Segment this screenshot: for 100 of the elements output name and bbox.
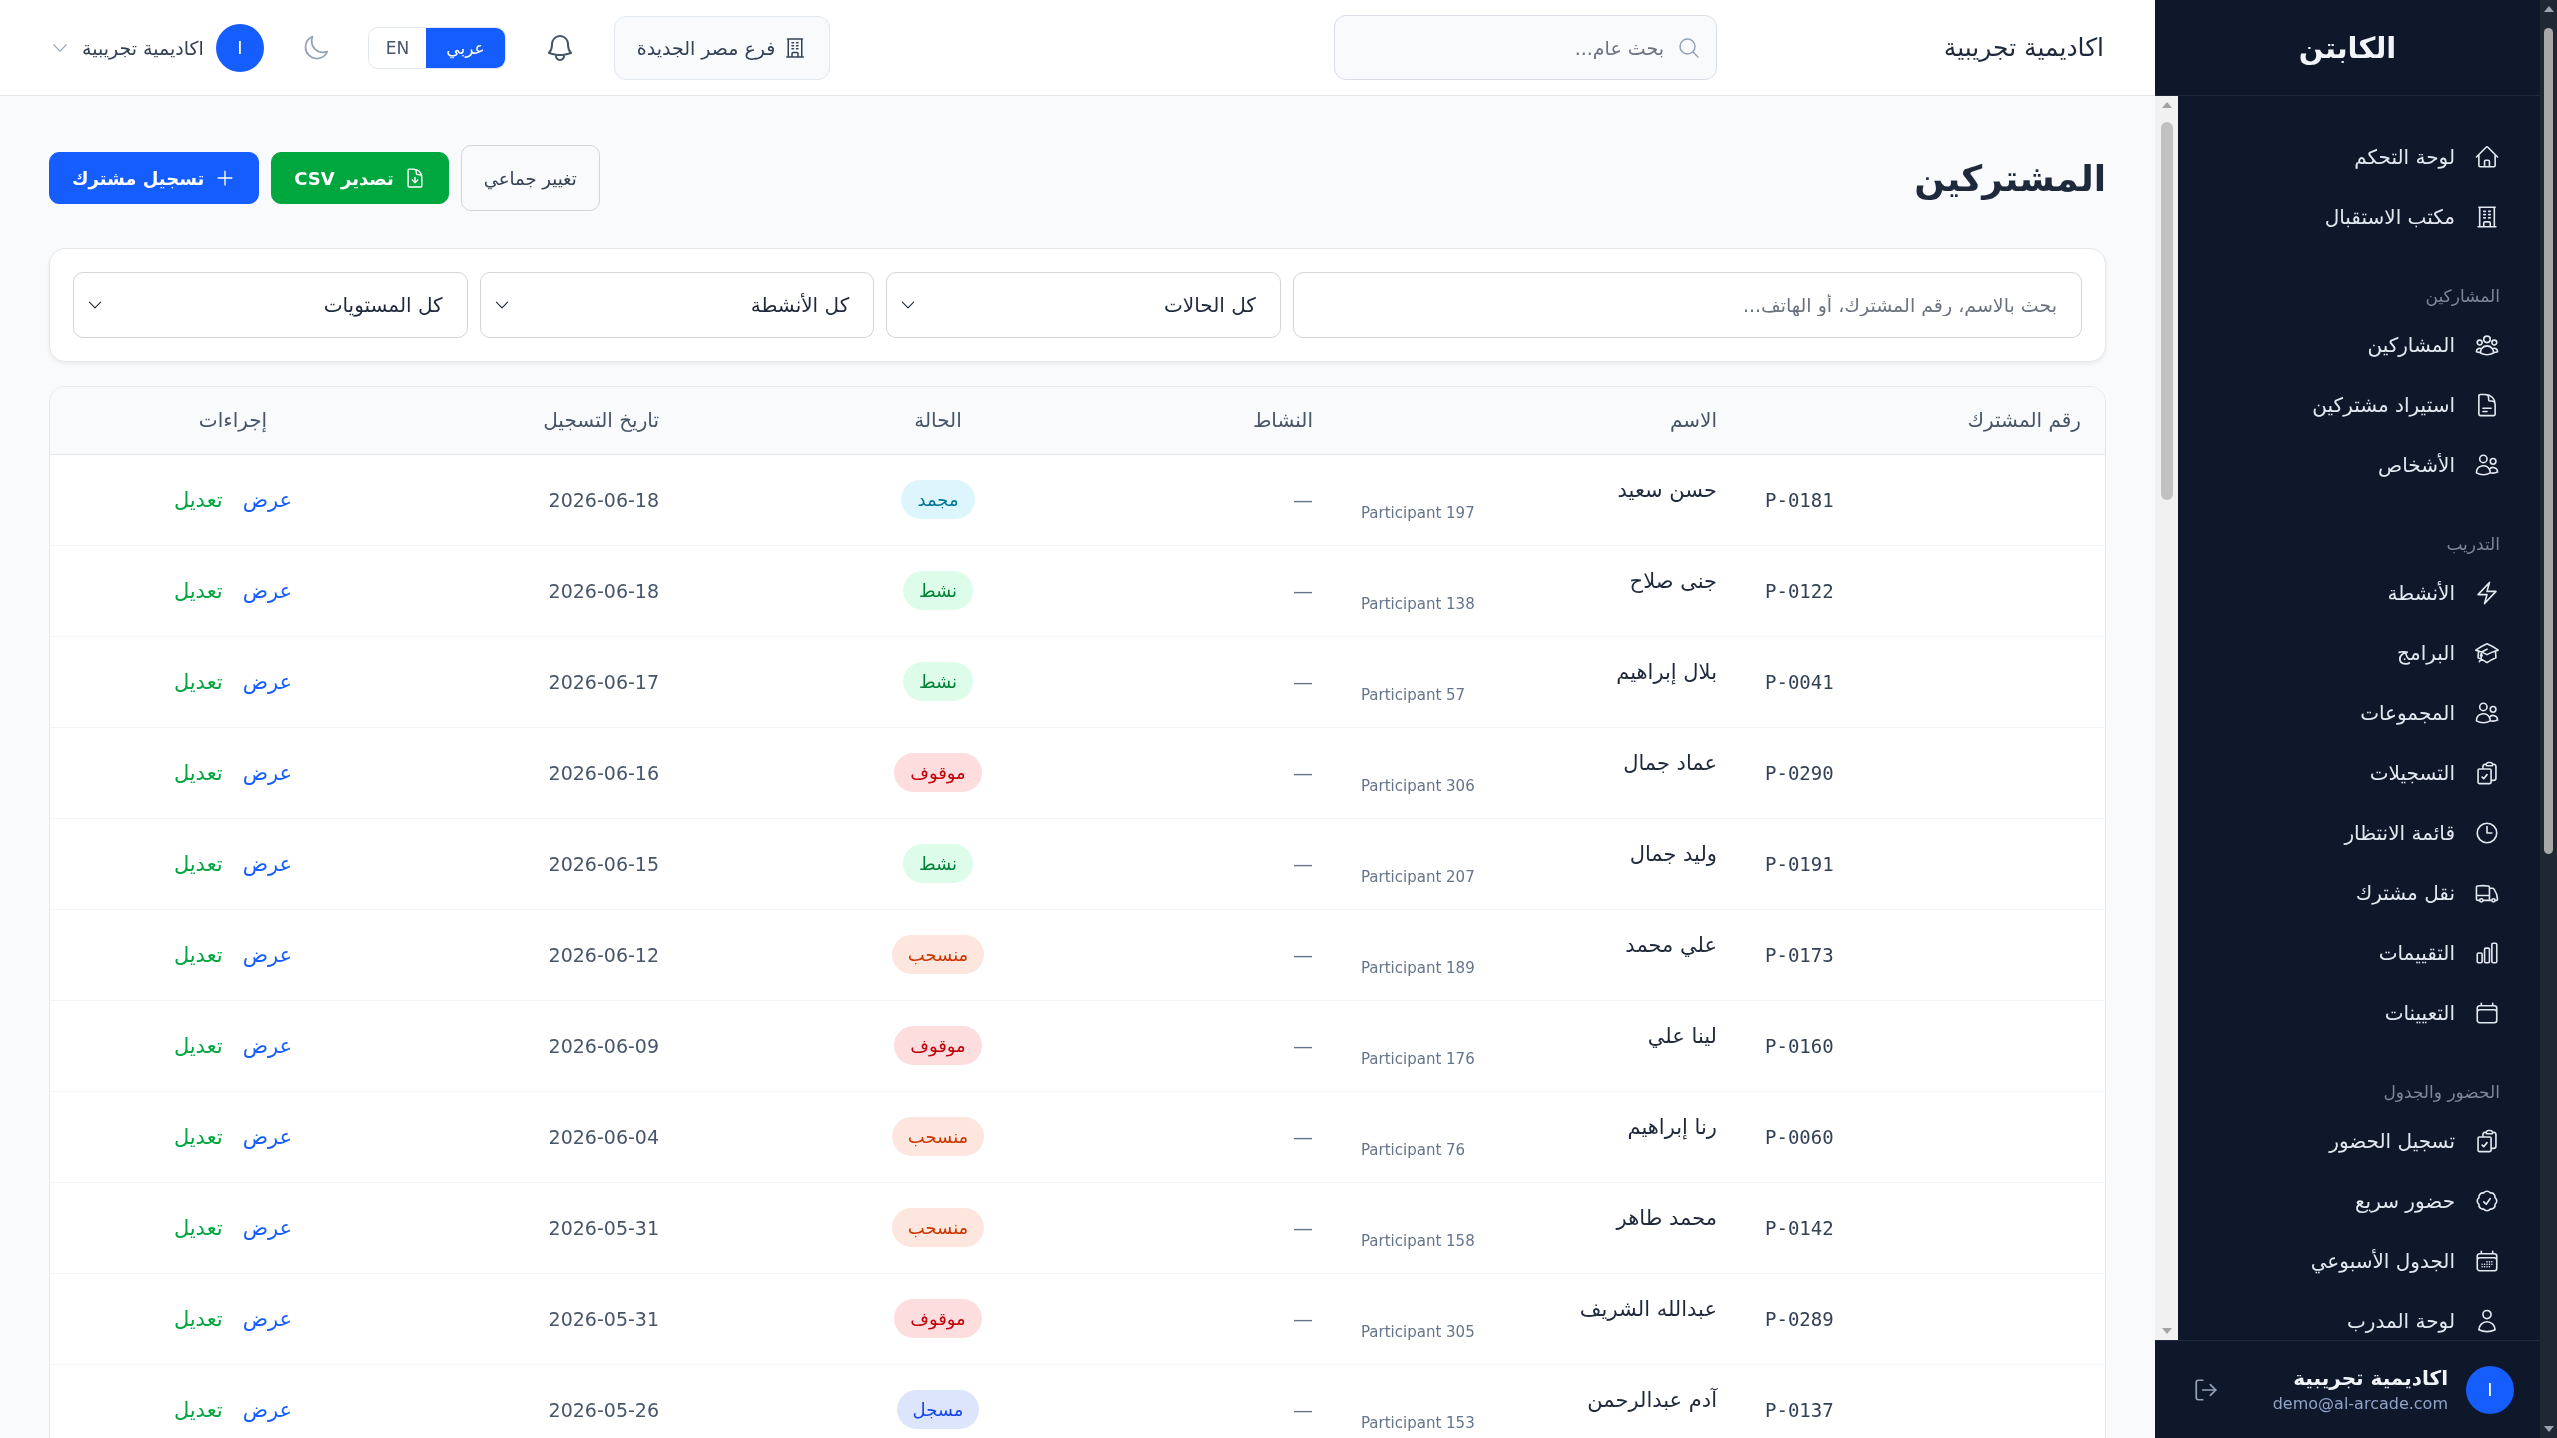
view-link[interactable]: عرض — [242, 669, 293, 694]
logout-icon[interactable] — [2193, 1376, 2219, 1403]
users-icon — [2474, 700, 2500, 726]
status-badge: موقوف — [894, 1026, 982, 1065]
status-badge: منسحب — [891, 1117, 985, 1156]
edit-link[interactable]: تعديل — [173, 1306, 223, 1331]
participant-label: Participant 197 — [1361, 503, 1475, 522]
column-header: رقم المشترك — [1967, 408, 2081, 433]
view-link[interactable]: عرض — [242, 487, 293, 512]
app-title: اكاديمية تجريبية — [1943, 33, 2104, 62]
edit-link[interactable]: تعديل — [173, 851, 223, 876]
clock-icon — [2474, 820, 2500, 846]
scrollbar-thumb[interactable] — [2544, 28, 2553, 854]
participant-id: P-0181 — [1765, 488, 1834, 511]
participant-label: Participant 306 — [1361, 776, 1475, 795]
activity-value: — — [1293, 1306, 1313, 1331]
nav-item[interactable]: التسجيلات — [2202, 743, 2516, 803]
user-group-icon — [2474, 332, 2500, 358]
nav-item[interactable]: التعيينات — [2202, 983, 2516, 1043]
view-link[interactable]: عرض — [242, 578, 293, 603]
participant-id: P-0290 — [1765, 761, 1834, 784]
edit-link[interactable]: تعديل — [173, 760, 223, 785]
brand-title: الكابتن — [2298, 30, 2397, 65]
filter-select[interactable]: كل المستويات — [73, 272, 468, 338]
participant-name: رنا إبراهيم — [1627, 1114, 1717, 1139]
user-name[interactable]: اكاديمية تجريبية — [82, 36, 204, 59]
nav-item[interactable]: حضور سريع — [2202, 1171, 2516, 1231]
branch-button[interactable]: فرع مصر الجديدة — [613, 15, 831, 80]
filter-select[interactable]: كل الأنشطة — [479, 272, 875, 338]
registration-date: 2026-06-04 — [548, 1125, 659, 1148]
status-badge: نشط — [902, 662, 974, 701]
nav-item[interactable]: قائمة الانتظار — [2202, 803, 2516, 863]
language-option[interactable]: عربي — [426, 27, 505, 68]
registration-date: 2026-06-15 — [548, 852, 659, 875]
nav-item[interactable]: نقل مشترك — [2202, 863, 2516, 923]
nav-item[interactable]: لوحة التحكم — [2202, 127, 2516, 187]
export-button[interactable]: تصدير CSV — [271, 152, 449, 204]
nav-section-title: الحضور والجدول — [2382, 1081, 2501, 1104]
lightning-icon — [2474, 580, 2500, 606]
edit-link[interactable]: تعديل — [173, 942, 223, 967]
status-badge: نشط — [902, 844, 974, 883]
participant-label: Participant 57 — [1361, 685, 1466, 704]
registration-date: 2026-06-18 — [548, 488, 659, 511]
page-title: المشتركين — [1914, 157, 2106, 199]
participant-id: P-0289 — [1765, 1307, 1834, 1330]
nav-item[interactable]: البرامج — [2202, 623, 2516, 683]
view-link[interactable]: عرض — [242, 1215, 293, 1240]
registration-date: 2026-05-31 — [548, 1216, 659, 1239]
nav-item[interactable]: لوحة المدرب — [2202, 1291, 2516, 1340]
nav-item[interactable]: المجموعات — [2202, 683, 2516, 743]
edit-link[interactable]: تعديل — [173, 1033, 223, 1058]
nav-item[interactable]: المشاركين — [2202, 315, 2516, 375]
nav-item[interactable]: مكتب الاستقبال — [2202, 187, 2516, 247]
nav-item[interactable]: تسجيل الحضور — [2202, 1111, 2516, 1171]
clipboard-check-icon — [2474, 1128, 2500, 1154]
view-link[interactable]: عرض — [242, 851, 293, 876]
caret-down-icon[interactable] — [2543, 1426, 2554, 1432]
user-name: اكاديمية تجريبية — [2293, 1366, 2448, 1390]
view-link[interactable]: عرض — [242, 1033, 293, 1058]
activity-value: — — [1293, 1397, 1313, 1422]
bulk-change-button[interactable]: تغيير جماعي — [460, 145, 600, 211]
nav-item[interactable]: الجدول الأسبوعي — [2202, 1231, 2516, 1291]
edit-link[interactable]: تعديل — [173, 1397, 223, 1422]
user-avatar[interactable]: I — [2466, 1365, 2514, 1414]
status-badge: مسجل — [896, 1390, 980, 1429]
participant-id: P-0160 — [1765, 1034, 1834, 1057]
edit-link[interactable]: تعديل — [173, 487, 223, 512]
search-field[interactable]: بحث عام... — [1334, 15, 1717, 80]
participant-id: P-0122 — [1765, 579, 1834, 602]
activity-value: — — [1293, 1215, 1313, 1240]
registration-date: 2026-06-17 — [548, 670, 659, 693]
nav-section-title: المشاركين — [2424, 285, 2501, 308]
view-link[interactable]: عرض — [242, 942, 293, 967]
graduation-cap-icon — [2474, 640, 2500, 666]
nav-item[interactable]: التقييمات — [2202, 923, 2516, 983]
participant-label: Participant 176 — [1361, 1049, 1475, 1068]
activity-value: — — [1293, 851, 1313, 876]
participant-id: P-0041 — [1765, 670, 1834, 693]
participant-name: لينا علي — [1647, 1023, 1717, 1048]
nav-item[interactable]: استيراد مشتركين — [2202, 375, 2516, 435]
register-button[interactable]: تسجيل مشترك — [49, 152, 260, 204]
caret-up-icon[interactable] — [2543, 6, 2554, 12]
status-badge: منسحب — [891, 1208, 985, 1247]
registration-date: 2026-06-09 — [548, 1034, 659, 1057]
registration-date: 2026-05-26 — [548, 1398, 659, 1421]
view-link[interactable]: عرض — [242, 1124, 293, 1149]
view-link[interactable]: عرض — [242, 1306, 293, 1331]
participant-name: جنى صلاح — [1629, 568, 1717, 593]
scrollbar-thumb[interactable] — [2160, 122, 2173, 500]
edit-link[interactable]: تعديل — [173, 669, 223, 694]
nav-item[interactable]: الأنشطة — [2202, 563, 2516, 623]
filter-select[interactable]: كل الحالات — [886, 272, 1281, 338]
edit-link[interactable]: تعديل — [173, 1215, 223, 1240]
view-link[interactable]: عرض — [242, 760, 293, 785]
registration-date: 2026-06-12 — [548, 943, 659, 966]
user-avatar[interactable]: I — [215, 23, 264, 72]
view-link[interactable]: عرض — [242, 1397, 293, 1422]
edit-link[interactable]: تعديل — [173, 578, 223, 603]
nav-item[interactable]: الأشخاص — [2202, 435, 2516, 495]
edit-link[interactable]: تعديل — [173, 1124, 223, 1149]
